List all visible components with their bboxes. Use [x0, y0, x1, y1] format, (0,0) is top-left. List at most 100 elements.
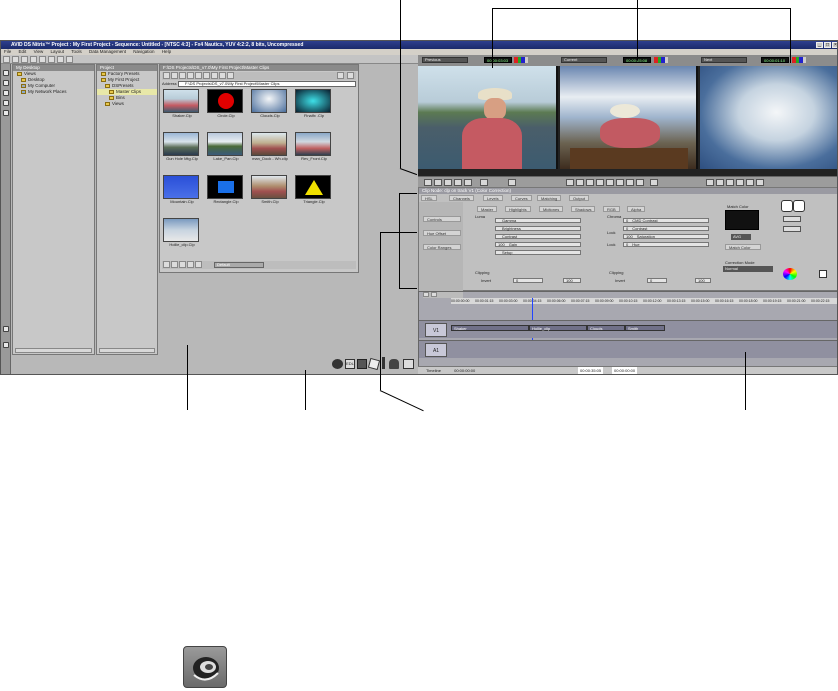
jog-icon[interactable]: [726, 179, 734, 186]
record-icon[interactable]: [616, 179, 624, 186]
tab-curves[interactable]: Curves: [511, 195, 532, 201]
track-header[interactable]: A1: [425, 343, 447, 357]
track-header[interactable]: V1: [425, 323, 447, 337]
refresh-icon[interactable]: [57, 56, 64, 63]
edl-icon[interactable]: EDL: [345, 359, 355, 369]
previous-timecode[interactable]: 00:00:03:03: [484, 57, 512, 63]
clip-thumbnail[interactable]: Smith.Clp: [251, 175, 289, 207]
undo2-icon[interactable]: [746, 179, 754, 186]
clip-thumbnail[interactable]: Rectangle.Clp: [207, 175, 245, 207]
play2-icon[interactable]: [586, 179, 594, 186]
sync-icon[interactable]: [636, 179, 644, 186]
luma-slider[interactable]: Gamma: [495, 218, 581, 223]
subtab-rgb[interactable]: RGB: [603, 206, 620, 212]
views-icon[interactable]: [48, 56, 55, 63]
timeline-segment[interactable]: Hollie_clip: [529, 325, 587, 331]
timeline-menu-icon[interactable]: [423, 292, 429, 297]
timeline-track[interactable]: V1 Shaker Hollie_clip Clouds Smith: [419, 320, 837, 338]
tree-item-views[interactable]: Views: [97, 101, 157, 107]
color-wheel-icon[interactable]: [783, 268, 797, 280]
tab-matching[interactable]: Matching: [537, 195, 562, 201]
minimize-button[interactable]: _: [816, 42, 823, 48]
info-icon[interactable]: [819, 270, 827, 278]
loop2-icon[interactable]: [736, 179, 744, 186]
layout-icon[interactable]: [3, 100, 9, 106]
tool-icon[interactable]: [3, 342, 9, 348]
subtab-highlights[interactable]: Highlights: [505, 206, 531, 212]
undo-icon[interactable]: [508, 179, 516, 186]
bin-cut-icon[interactable]: [195, 72, 202, 79]
clip-thumbnail[interactable]: Hollie_clip.Clp: [163, 218, 201, 250]
subtab-shadows[interactable]: Shadows: [571, 206, 596, 212]
clip-thumbnail[interactable]: Clouds.Clp: [251, 89, 289, 121]
subtab-midtones[interactable]: Midtones: [539, 206, 564, 212]
bin-up-icon[interactable]: [179, 72, 186, 79]
next-dropdown[interactable]: Next: [701, 57, 747, 63]
zoom-icon[interactable]: [3, 326, 9, 332]
clip-thumbnail[interactable]: Rev_Front.Clp: [295, 132, 333, 164]
menu-edit[interactable]: Edit: [19, 49, 27, 54]
avg-dropdown[interactable]: AVG: [731, 234, 751, 240]
bin-views-icon[interactable]: [227, 72, 234, 79]
step-back-icon[interactable]: [434, 179, 442, 186]
fast-forward-icon[interactable]: [596, 179, 604, 186]
clip-low-field[interactable]: 0: [513, 278, 543, 283]
mark-in-icon[interactable]: [454, 179, 462, 186]
eyedropper-icon[interactable]: [781, 200, 793, 212]
bin-properties-icon[interactable]: [337, 72, 344, 79]
clip-thumbnail[interactable]: Gun Hole Mtg.Clp: [163, 132, 201, 164]
bin-back-icon[interactable]: [163, 72, 170, 79]
clip-thumbnail[interactable]: Circle.Clp: [207, 89, 245, 121]
status-tc2[interactable]: 00:00:00:00: [612, 367, 638, 374]
camera-icon[interactable]: [332, 359, 343, 369]
timeline-track[interactable]: A1: [419, 340, 837, 358]
clip-thumbnail[interactable]: Mountain.Clp: [163, 175, 201, 207]
explorer-scrollbar[interactable]: [15, 348, 92, 353]
tab-channels[interactable]: Channels: [449, 195, 474, 201]
chroma-slider[interactable]: 100 Saturation: [623, 234, 709, 239]
clip-thumbnail[interactable]: Finalfx .Clp: [295, 89, 333, 121]
subtab-master[interactable]: Master: [477, 206, 498, 212]
bin-list-icon[interactable]: [179, 261, 186, 268]
clip-thumbnail[interactable]: Triangle.Clp: [295, 175, 333, 207]
folders-icon[interactable]: [39, 56, 46, 63]
project-scrollbar[interactable]: [99, 348, 155, 353]
stop-icon[interactable]: [566, 179, 574, 186]
bin-new-icon[interactable]: [163, 261, 170, 268]
menu-file[interactable]: File: [4, 49, 11, 54]
pen-icon[interactable]: [382, 357, 385, 369]
end-icon[interactable]: [606, 179, 614, 186]
color-ranges-button[interactable]: Color Ranges: [423, 244, 461, 250]
bin-forward-icon[interactable]: [171, 72, 178, 79]
settings-icon[interactable]: [66, 56, 73, 63]
controls-button[interactable]: Controls: [423, 216, 461, 222]
menu-tools[interactable]: Tools: [71, 49, 82, 54]
bin-copy-icon[interactable]: [203, 72, 210, 79]
status-tc1[interactable]: 00:00:35:05: [578, 367, 604, 374]
zoom-tool-icon[interactable]: [793, 200, 805, 212]
rewind-icon[interactable]: [576, 179, 584, 186]
next-timecode[interactable]: 00:00:01:10: [761, 57, 789, 63]
menu-layout[interactable]: Layout: [51, 49, 65, 54]
bin-delete-icon[interactable]: [219, 72, 226, 79]
up-icon[interactable]: [21, 56, 28, 63]
next-frame-icon[interactable]: [716, 179, 724, 186]
target-icon[interactable]: [650, 179, 658, 186]
menu-view[interactable]: View: [34, 49, 44, 54]
film-icon[interactable]: [357, 359, 367, 369]
next-monitor[interactable]: [700, 66, 837, 169]
menu-data-management[interactable]: Data Management: [89, 49, 126, 54]
bin-search-icon[interactable]: [187, 72, 194, 79]
bin-icon[interactable]: [3, 80, 9, 86]
previous-dropdown[interactable]: Previous: [422, 57, 468, 63]
clip-high-field-2[interactable]: 100: [695, 278, 711, 283]
clip-thumbnail[interactable]: man_Dock - Wh.clip: [251, 132, 289, 164]
compare-icon[interactable]: [756, 179, 764, 186]
clip-thumbnail[interactable]: Shaker.Clp: [163, 89, 201, 121]
step-forward-icon[interactable]: [444, 179, 452, 186]
mark-out-icon[interactable]: [464, 179, 472, 186]
windows-icon[interactable]: [403, 359, 414, 369]
luma-slider[interactable]: 100 Gain: [495, 242, 581, 247]
menu-help[interactable]: Help: [162, 49, 171, 54]
current-channel-buttons[interactable]: [654, 57, 668, 63]
